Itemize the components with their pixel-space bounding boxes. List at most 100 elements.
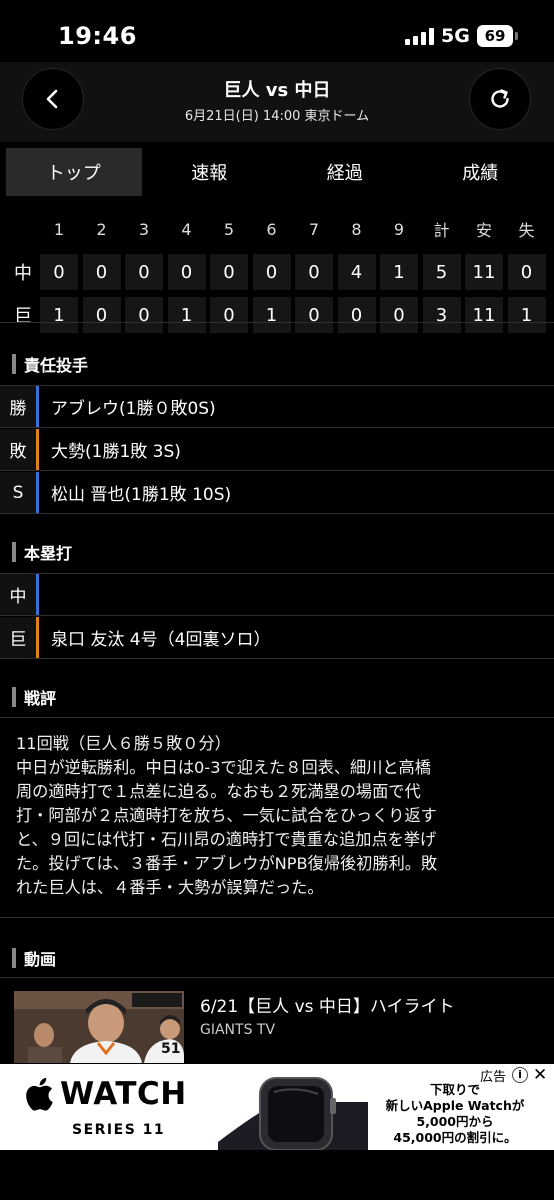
- info-icon[interactable]: i: [512, 1067, 528, 1083]
- watch-image: [218, 1077, 368, 1150]
- close-icon[interactable]: ✕: [533, 1065, 547, 1085]
- divider: [0, 917, 554, 918]
- homerun-row-home[interactable]: 巨 泉口 友汰 4号（4回裏ソロ）: [0, 617, 554, 659]
- team-label: 巨: [14, 306, 32, 327]
- hits-cell: 11: [465, 297, 503, 333]
- section-bar: [12, 542, 16, 562]
- divider: [0, 977, 554, 978]
- score-cell: 0: [125, 254, 163, 290]
- section-review-heading: 戦評: [12, 685, 56, 709]
- ad-series: SERIES 11: [72, 1122, 166, 1138]
- score-cell: 0: [82, 254, 121, 290]
- scoreboard-row-away: 中 0 0 0 0 0 0 0 4 1 5 11 0: [6, 253, 550, 291]
- review-line: 周の適時打で１点差に迫る。なおも２死満塁の場面で代: [16, 782, 421, 801]
- battery-tip: [515, 32, 518, 40]
- inning-header: 3: [138, 219, 150, 239]
- score-cell: 0: [337, 297, 376, 333]
- tab-live[interactable]: 速報: [142, 148, 278, 196]
- pitcher-record: 大勢(1勝1敗 3S): [51, 442, 181, 462]
- status-time: 19:46: [58, 22, 137, 50]
- score-cell: 0: [125, 297, 163, 333]
- ad-promo-line: 下取りで: [429, 1082, 480, 1097]
- hits-cell: 11: [465, 254, 503, 290]
- team-label: 中: [14, 263, 32, 284]
- team-label: 中: [0, 574, 36, 615]
- section-title: 動画: [24, 950, 57, 969]
- score-cell: 0: [380, 297, 418, 333]
- divider: [0, 322, 554, 323]
- section-bar: [12, 687, 16, 707]
- ad-promo-line: 新しいApple Watchが: [385, 1098, 525, 1113]
- result-label: 敗: [0, 429, 36, 470]
- jersey-number: 51: [161, 1041, 181, 1057]
- reload-button[interactable]: [469, 68, 531, 130]
- video-thumbnail-image: [14, 991, 184, 1063]
- scoreboard-header-row: 1 2 3 4 5 6 7 8 9 計 安 失: [6, 210, 550, 248]
- inning-header: 5: [223, 219, 235, 239]
- ad-banner[interactable]: WATCH SERIES 11 広告 i ✕ 下取りで 新しいApple Wat…: [0, 1064, 554, 1150]
- score-cell: 0: [210, 297, 248, 333]
- pitcher-row-loss[interactable]: 敗 大勢(1勝1敗 3S): [0, 429, 554, 471]
- section-title: 責任投手: [24, 356, 89, 375]
- video-thumbnail[interactable]: 51: [14, 991, 184, 1063]
- network-label: 5G: [441, 25, 470, 47]
- ad-promo-line: 5,000円から: [416, 1114, 494, 1129]
- divider: [0, 717, 554, 718]
- game-review-text: 11回戦（巨人６勝５敗０分） 中日が逆転勝利。中日は0-3で迎えた８回表、細川と…: [16, 732, 540, 900]
- pitcher-row-save[interactable]: S 松山 晋也(1勝1敗 10S): [0, 472, 554, 514]
- review-line: た。投げては、３番手・アブレウがNPB復帰後初勝利。敗: [16, 854, 438, 873]
- total-runs-cell: 3: [422, 297, 461, 333]
- inning-header: 1: [53, 219, 65, 239]
- bottom-safe-area: [0, 1150, 554, 1200]
- score-cell: 1: [252, 297, 291, 333]
- video-title[interactable]: 6/21【巨人 vs 中日】ハイライト: [200, 992, 455, 1017]
- inning-header: 9: [393, 219, 405, 239]
- score-cell: 1: [167, 297, 206, 333]
- game-header: 巨人 vs 中日 6月21日(日) 14:00 東京ドーム: [0, 62, 554, 142]
- pitcher-record: 松山 晋也(1勝1敗 10S): [51, 485, 232, 505]
- section-homeruns-heading: 本塁打: [12, 540, 72, 564]
- video-source: GIANTS TV: [200, 1022, 276, 1038]
- score-cell: 1: [380, 254, 418, 290]
- pitcher-row-win[interactable]: 勝 アブレウ(1勝０敗0S): [0, 386, 554, 428]
- pitcher-record: アブレウ(1勝０敗0S): [51, 399, 216, 419]
- scoreboard-row-home: 巨 1 0 0 1 0 1 0 0 0 3 11 1: [6, 296, 550, 334]
- homerun-row-away: 中: [0, 574, 554, 616]
- section-video-heading: 動画: [12, 946, 56, 970]
- tab-progress[interactable]: 経過: [277, 148, 413, 196]
- reload-icon: [491, 89, 509, 108]
- inning-header: 7: [308, 219, 320, 239]
- tab-top[interactable]: トップ: [6, 148, 142, 196]
- errors-cell: 0: [507, 254, 546, 290]
- section-bar: [12, 354, 16, 374]
- section-title: 本塁打: [24, 544, 73, 563]
- inning-header: 6: [266, 219, 277, 239]
- total-runs-header: 計: [433, 221, 450, 240]
- scoreboard: 1 2 3 4 5 6 7 8 9 計 安 失 中 0 0 0 0 0 0 0 …: [6, 210, 550, 339]
- review-line: 打・阿部が２点適時打を放ち、一気に試合をひっくり返す: [16, 806, 437, 825]
- score-cell: 0: [295, 297, 333, 333]
- hits-header: 安: [475, 221, 492, 240]
- result-label: 勝: [0, 386, 36, 427]
- inning-header: 2: [96, 219, 107, 239]
- apple-logo-icon: [26, 1077, 53, 1111]
- tab-bar: トップ 速報 経過 成績: [6, 148, 548, 196]
- inning-header: 4: [181, 219, 192, 239]
- errors-header: 失: [518, 221, 535, 240]
- review-line: と、９回には代打・石川昂の適時打で貴重な追加点を挙げ: [16, 830, 437, 849]
- ad-brand-word: WATCH: [60, 1076, 187, 1112]
- score-cell: 0: [252, 254, 291, 290]
- tab-stats[interactable]: 成績: [413, 148, 549, 196]
- errors-cell: 1: [507, 297, 546, 333]
- score-cell: 1: [40, 297, 78, 333]
- section-bar: [12, 948, 16, 968]
- result-label: S: [0, 472, 36, 513]
- inning-header: 8: [351, 219, 362, 239]
- section-title: 戦評: [24, 689, 57, 708]
- ad-brand: WATCH: [24, 1076, 187, 1112]
- review-line: 11回戦（巨人６勝５敗０分）: [16, 734, 231, 753]
- team-color-bar: [36, 574, 39, 615]
- signal-icon: [405, 28, 434, 45]
- review-line: れた巨人は、４番手・大勢が誤算だった。: [16, 878, 324, 897]
- ad-promo-line: 45,000円の割引に。: [393, 1130, 517, 1145]
